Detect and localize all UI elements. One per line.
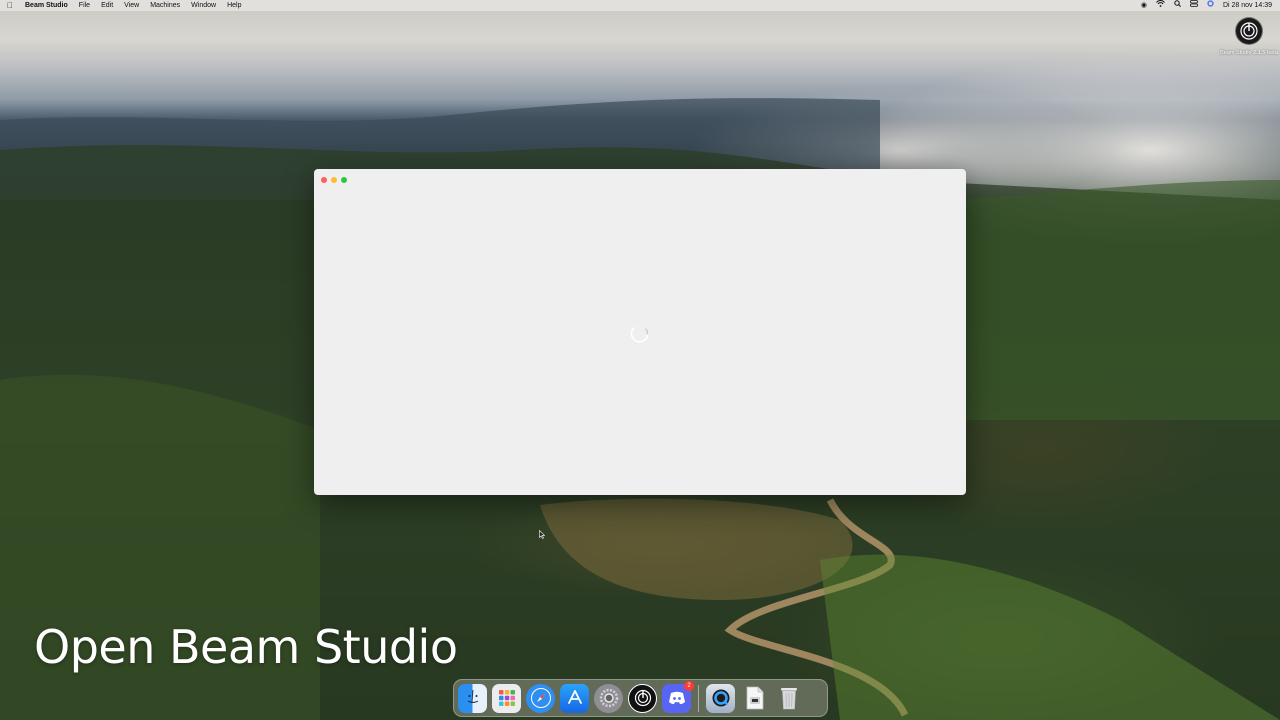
wifi-icon[interactable] (1156, 0, 1165, 11)
menu-help[interactable]: Help (227, 0, 241, 11)
video-caption: Open Beam Studio (34, 620, 458, 674)
desktop-icon-label: Beam Studio 2.1.5-beta (1220, 50, 1278, 56)
spinner-icon (630, 327, 649, 343)
record-icon[interactable]: ◉ (1141, 0, 1147, 11)
menu-edit[interactable]: Edit (101, 0, 113, 11)
menu-app-name[interactable]: Beam Studio (25, 0, 68, 11)
dock-safari-icon[interactable] (526, 683, 555, 713)
menu-bar:  Beam Studio File Edit View Machines Wi… (0, 0, 1280, 11)
clock[interactable]: Di 28 nov 14:39 (1223, 0, 1272, 11)
mouse-cursor-icon (539, 530, 545, 539)
desktop-icon-beam-studio[interactable]: Beam Studio 2.1.5-beta (1218, 17, 1280, 57)
menu-machines[interactable]: Machines (150, 0, 180, 11)
menu-view[interactable]: View (124, 0, 139, 11)
dock-app-store-icon[interactable] (560, 683, 589, 713)
beam-studio-disk-icon (1235, 17, 1263, 45)
status-area: ◉ Di 28 nov 14:39 (1141, 0, 1272, 11)
close-icon[interactable] (321, 177, 327, 183)
dock-document-icon[interactable] (740, 684, 769, 713)
menu-file[interactable]: File (79, 0, 90, 11)
minimize-icon[interactable] (331, 177, 337, 183)
dock: 2 (453, 679, 828, 717)
apple-icon[interactable]:  (7, 0, 17, 11)
dock-trash-icon[interactable] (774, 684, 803, 713)
dock-beam-studio-icon[interactable] (628, 683, 657, 713)
discord-badge: 2 (684, 680, 694, 691)
dock-settings-icon[interactable] (594, 683, 623, 713)
dock-launchpad-icon[interactable] (492, 683, 521, 713)
window-controls (321, 177, 347, 183)
maximize-icon[interactable] (341, 177, 347, 183)
dock-separator (698, 684, 699, 712)
control-center-icon[interactable] (1190, 0, 1198, 11)
search-icon[interactable] (1174, 0, 1181, 11)
siri-icon[interactable] (1207, 0, 1214, 11)
menu-window[interactable]: Window (191, 0, 216, 11)
dock-finder-icon[interactable] (458, 683, 487, 713)
dock-discord-icon[interactable]: 2 (662, 680, 694, 713)
dock-quicktime-icon[interactable] (706, 683, 735, 713)
beam-studio-window[interactable] (314, 169, 966, 495)
